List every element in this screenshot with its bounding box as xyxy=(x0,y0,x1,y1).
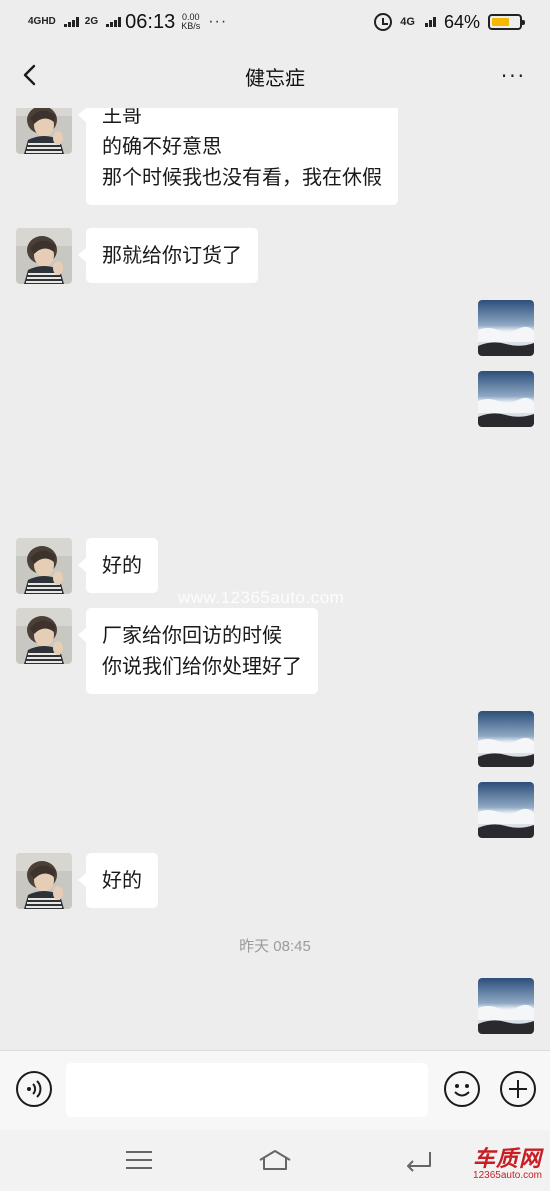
input-bar xyxy=(0,1050,550,1130)
logo-sub: 12365auto.com xyxy=(473,1170,542,1181)
contact-avatar[interactable] xyxy=(16,108,72,154)
status-more: ··· xyxy=(208,13,228,30)
menu-icon[interactable] xyxy=(124,1148,154,1172)
site-logo: 车质网 12365auto.com xyxy=(473,1148,542,1182)
network-type-right: 4G xyxy=(400,16,415,28)
signal-icon xyxy=(63,17,79,27)
my-avatar[interactable] xyxy=(478,300,534,356)
message-input[interactable] xyxy=(66,1063,428,1117)
message-bubble[interactable]: 好的 xyxy=(78,853,158,908)
alarm-icon xyxy=(374,13,393,31)
my-avatar[interactable] xyxy=(478,782,534,838)
battery-fill xyxy=(492,18,509,26)
watermark: www.12365auto.com xyxy=(178,588,345,607)
chat-messages[interactable]: 王哥的确不好意思那个时候我也没有看，我在休假那就给你订货了600 元你们给我弄好… xyxy=(0,108,550,1050)
status-time: 06:13 xyxy=(125,10,176,33)
my-avatar[interactable] xyxy=(478,978,534,1034)
my-avatar[interactable] xyxy=(478,371,534,427)
status-bar: 4GHD 2G 06:13 0.00 KB/s ··· 4G 64% xyxy=(0,0,550,44)
network-type-2: 2G xyxy=(84,16,99,27)
smile-face-icon xyxy=(454,1084,470,1097)
more-options-button[interactable]: ··· xyxy=(501,66,526,86)
message-bubble[interactable]: 厂家给你回访的时候 你说我们给你处理好了 xyxy=(78,608,318,694)
plus-sign-icon xyxy=(509,1080,527,1098)
message-text: 好的 xyxy=(102,553,142,577)
message-text: 你说我们给你处理好了 xyxy=(102,654,302,678)
network-indicator-1: 4GHD xyxy=(28,17,62,27)
contact-avatar[interactable] xyxy=(16,538,72,594)
message-text: 那就给你订货了 xyxy=(102,243,242,267)
message-text: 的确不好意思 xyxy=(102,134,222,158)
battery-icon xyxy=(488,14,525,30)
contact-avatar[interactable] xyxy=(16,608,72,664)
contact-avatar[interactable] xyxy=(16,853,72,909)
message-text: 好的 xyxy=(102,868,142,892)
network-speed: 0.00 KB/s xyxy=(181,13,200,31)
message-timestamp: 昨天 08:45 xyxy=(239,938,311,955)
message-bubble[interactable]: 那就给你订货了 xyxy=(78,228,258,283)
system-nav-bar xyxy=(0,1130,550,1191)
voice-icon[interactable] xyxy=(16,1071,52,1107)
voice-waves-icon xyxy=(27,1080,42,1098)
emoji-icon[interactable] xyxy=(444,1071,480,1107)
signal-icon xyxy=(424,17,436,27)
home-icon[interactable] xyxy=(258,1148,292,1172)
message-bubble[interactable]: 好的 xyxy=(78,538,158,593)
logo-main: 车质网 xyxy=(472,1146,542,1171)
chevron-left-icon[interactable] xyxy=(20,64,42,86)
contact-avatar[interactable] xyxy=(16,228,72,284)
plus-icon[interactable] xyxy=(500,1071,536,1107)
my-avatar[interactable] xyxy=(478,711,534,767)
message-text: 王哥 xyxy=(102,108,142,127)
message-text: 厂家给你回访的时候 xyxy=(102,623,282,647)
battery-percent: 64% xyxy=(443,11,480,32)
network-type-1: 4GHD xyxy=(28,16,56,27)
chat-header: 健忘症 ··· xyxy=(0,44,550,108)
back-icon[interactable] xyxy=(404,1148,434,1172)
network-speed-unit: KB/s xyxy=(181,21,201,31)
status-right: 4G 64% xyxy=(374,11,525,33)
message-bubble[interactable]: 王哥的确不好意思那个时候我也没有看，我在休假 xyxy=(78,108,398,205)
message-text: 那个时候我也没有看，我在休假 xyxy=(102,165,382,189)
signal-icon xyxy=(106,17,122,27)
page-title: 健忘症 xyxy=(245,65,305,90)
